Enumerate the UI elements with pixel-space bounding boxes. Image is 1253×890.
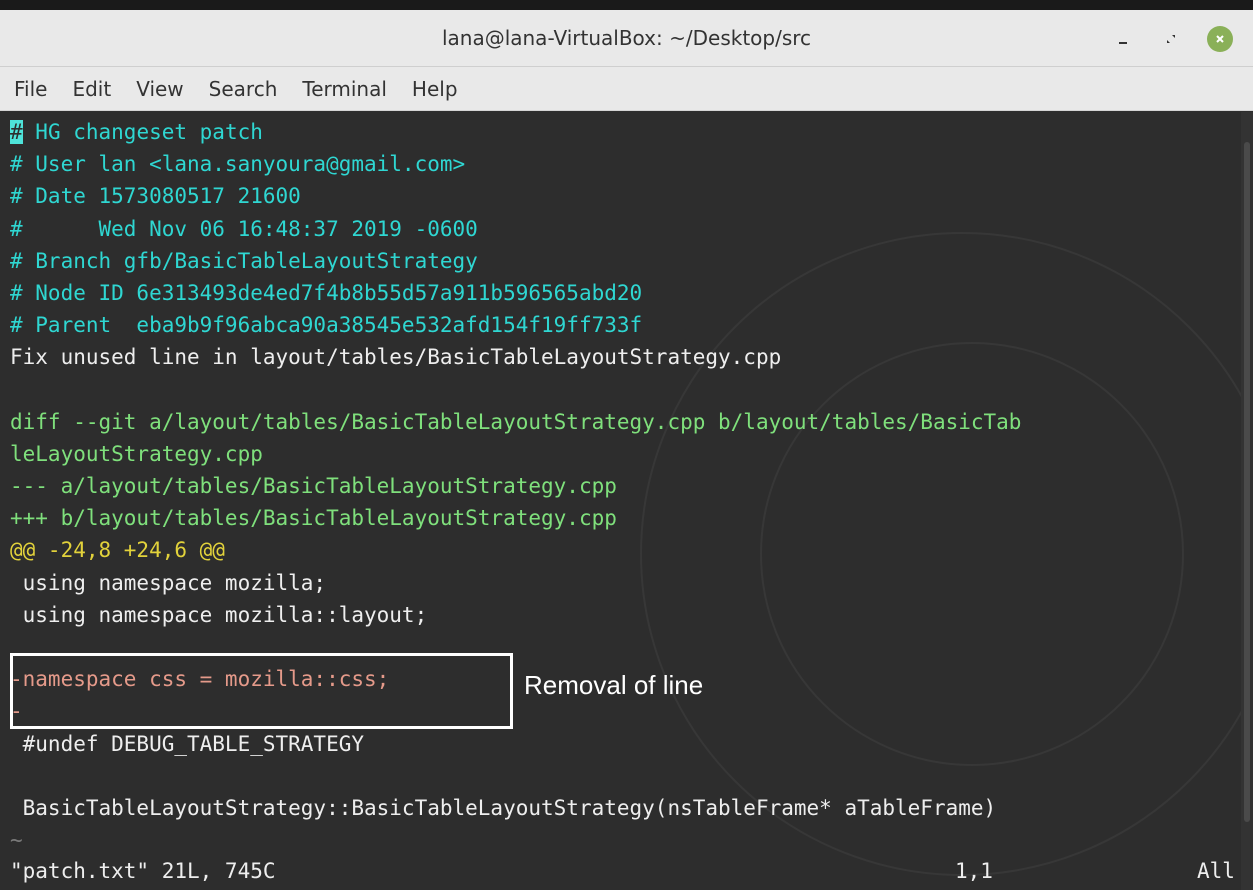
editor-line-text: --- a/layout/tables/BasicTableLayoutStra… bbox=[10, 474, 617, 499]
editor-line-text: # Branch gfb/BasicTableLayoutStrategy bbox=[10, 248, 478, 273]
editor-line: using namespace mozilla::layout; bbox=[10, 599, 1240, 631]
minimize-icon bbox=[1119, 42, 1127, 44]
status-cursor-position: 1,1 bbox=[955, 859, 993, 883]
editor-line-text: # Wed Nov 06 16:48:37 2019 -0600 bbox=[10, 216, 478, 241]
window-title: lana@lana-VirtualBox: ~/Desktop/src bbox=[441, 26, 812, 50]
close-button[interactable] bbox=[1207, 26, 1233, 52]
editor-line: # Wed Nov 06 16:48:37 2019 -0600 bbox=[10, 213, 1240, 245]
terminal-viewport[interactable]: # HG changeset patch # User lan <lana.san… bbox=[0, 112, 1253, 890]
editor-line: # HG changeset patch bbox=[10, 116, 1240, 148]
annotation-highlight-box bbox=[10, 653, 513, 729]
maximize-icon bbox=[1167, 35, 1175, 43]
editor-line-text: #undef DEBUG_TABLE_STRATEGY bbox=[10, 731, 365, 756]
menu-view[interactable]: View bbox=[136, 77, 183, 101]
editor-line-text: @@ -24,8 +24,6 @@ bbox=[10, 538, 225, 563]
status-scroll-position: All bbox=[1197, 859, 1235, 883]
menu-help[interactable]: Help bbox=[412, 77, 458, 101]
editor-line: --- a/layout/tables/BasicTableLayoutStra… bbox=[10, 470, 1240, 502]
editor-line-text: +++ b/layout/tables/BasicTableLayoutStra… bbox=[10, 506, 617, 531]
editor-line: diff --git a/layout/tables/BasicTableLay… bbox=[10, 406, 1240, 438]
terminal-window: lana@lana-VirtualBox: ~/Desktop/src File… bbox=[0, 0, 1253, 890]
editor-line-text: # Parent eba9b9f96abca90a38545e532afd154… bbox=[10, 313, 643, 338]
title-bar[interactable]: lana@lana-VirtualBox: ~/Desktop/src bbox=[0, 10, 1253, 67]
annotation-label: Removal of line bbox=[524, 670, 704, 700]
menu-file[interactable]: File bbox=[14, 77, 47, 101]
terminal-scrollbar[interactable] bbox=[1241, 112, 1253, 890]
editor-line: # Node ID 6e313493de4ed7f4b8b55d57a911b5… bbox=[10, 277, 1240, 309]
editor-line: leLayoutStrategy.cpp bbox=[10, 438, 1240, 470]
menu-terminal[interactable]: Terminal bbox=[302, 77, 387, 101]
maximize-button[interactable] bbox=[1158, 26, 1184, 52]
scrollbar-thumb[interactable] bbox=[1244, 142, 1250, 822]
editor-line: # User lan <lana.sanyoura@gmail.com> bbox=[10, 148, 1240, 180]
editor-line-text: diff --git a/layout/tables/BasicTableLay… bbox=[10, 409, 1022, 434]
editor-line: using namespace mozilla; bbox=[10, 567, 1240, 599]
menu-search[interactable]: Search bbox=[209, 77, 278, 101]
text-cursor: # bbox=[10, 120, 23, 144]
editor-line: #undef DEBUG_TABLE_STRATEGY bbox=[10, 728, 1240, 760]
editor-line: # Parent eba9b9f96abca90a38545e532afd154… bbox=[10, 309, 1240, 341]
editor-line-text: Fix unused line in layout/tables/BasicTa… bbox=[10, 345, 782, 370]
editor-line: # Branch gfb/BasicTableLayoutStrategy bbox=[10, 245, 1240, 277]
editor-line: @@ -24,8 +24,6 @@ bbox=[10, 534, 1240, 566]
editor-line-text: # Node ID 6e313493de4ed7f4b8b55d57a911b5… bbox=[10, 280, 643, 305]
editor-line-text: # Date 1573080517 21600 bbox=[10, 184, 301, 209]
editor-line-text: ~ bbox=[10, 828, 23, 853]
editor-line-text: # User lan <lana.sanyoura@gmail.com> bbox=[10, 152, 466, 177]
status-file-info: "patch.txt" 21L, 745C bbox=[10, 859, 276, 883]
editor-line-text: leLayoutStrategy.cpp bbox=[10, 441, 263, 466]
editor-line: BasicTableLayoutStrategy::BasicTableLayo… bbox=[10, 792, 1240, 824]
editor-line-text: using namespace mozilla; bbox=[10, 570, 327, 595]
editor-line-text: HG changeset patch bbox=[22, 120, 263, 144]
editor-line-text: BasicTableLayoutStrategy::BasicTableLayo… bbox=[10, 795, 997, 820]
minimize-button[interactable] bbox=[1110, 26, 1136, 52]
editor-line: +++ b/layout/tables/BasicTableLayoutStra… bbox=[10, 502, 1240, 534]
menu-edit[interactable]: Edit bbox=[72, 77, 111, 101]
editor-line-text: using namespace mozilla::layout; bbox=[10, 602, 428, 627]
menu-bar: File Edit View Search Terminal Help bbox=[0, 67, 1253, 111]
editor-line: # Date 1573080517 21600 bbox=[10, 180, 1240, 212]
editor-buffer[interactable]: # HG changeset patch # User lan <lana.san… bbox=[10, 116, 1240, 856]
editor-line: ~ bbox=[10, 824, 1240, 856]
close-icon bbox=[1216, 35, 1224, 43]
desktop-top-strip bbox=[0, 0, 1253, 10]
editor-line: Fix unused line in layout/tables/BasicTa… bbox=[10, 341, 1240, 373]
